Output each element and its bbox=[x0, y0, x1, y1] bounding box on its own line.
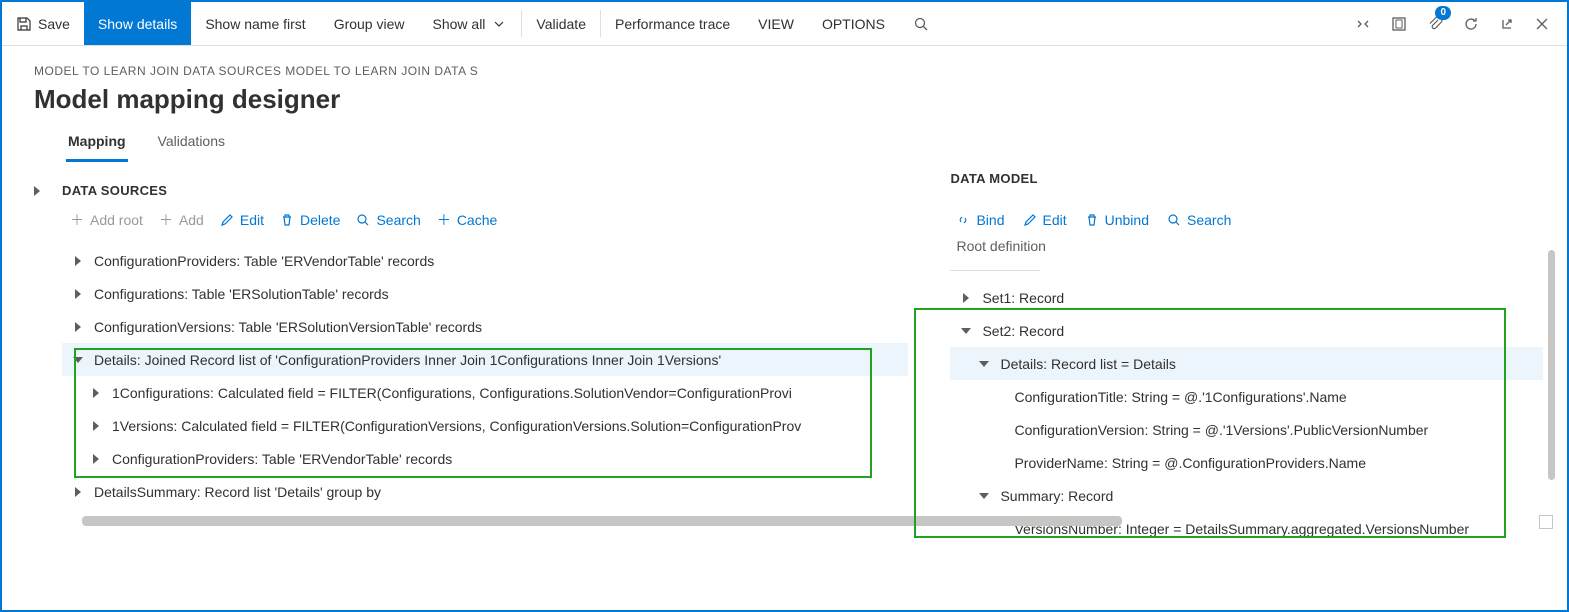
trash-icon bbox=[1085, 213, 1099, 227]
chevron-down-icon bbox=[979, 361, 989, 367]
tree-row[interactable]: DetailsSummary: Record list 'Details' gr… bbox=[62, 475, 908, 508]
tree-row[interactable]: ConfigurationProviders: Table 'ERVendorT… bbox=[62, 244, 908, 277]
search-icon bbox=[913, 16, 929, 32]
attachments-button[interactable]: 0 bbox=[1417, 2, 1453, 45]
group-view-button[interactable]: Group view bbox=[320, 2, 419, 45]
view-menu[interactable]: VIEW bbox=[744, 2, 808, 45]
collapse-handle[interactable] bbox=[34, 179, 62, 612]
search-button-ds[interactable]: Search bbox=[356, 212, 420, 228]
tab-validations[interactable]: Validations bbox=[156, 125, 227, 162]
bind-button[interactable]: Bind bbox=[956, 212, 1004, 228]
tree-row[interactable]: ConfigurationTitle: String = @.'1Configu… bbox=[950, 380, 1543, 413]
chevron-down-icon bbox=[961, 328, 971, 334]
tree-row[interactable]: Configurations: Table 'ERSolutionTable' … bbox=[62, 277, 908, 310]
tree-row[interactable]: ProviderName: String = @.ConfigurationPr… bbox=[950, 446, 1543, 479]
chevron-right-icon bbox=[75, 322, 81, 332]
refresh-button[interactable] bbox=[1453, 2, 1489, 45]
validate-button[interactable]: Validate bbox=[522, 2, 600, 45]
tree-row-selected[interactable]: Details: Record list = Details bbox=[950, 347, 1543, 380]
attachments-count: 0 bbox=[1435, 6, 1451, 20]
vertical-scrollbar[interactable] bbox=[1548, 250, 1555, 480]
chevron-down-icon bbox=[979, 493, 989, 499]
pencil-icon bbox=[220, 213, 234, 227]
tree-row[interactable]: Summary: Record bbox=[950, 479, 1543, 512]
cache-button[interactable]: ＋ Cache bbox=[437, 212, 497, 228]
data-model-heading: DATA MODEL bbox=[950, 171, 1543, 198]
edit-button[interactable]: Edit bbox=[220, 212, 264, 228]
chevron-down-icon bbox=[491, 16, 507, 32]
save-label: Save bbox=[38, 16, 70, 32]
edit-button-dm[interactable]: Edit bbox=[1023, 212, 1067, 228]
connector-icon[interactable] bbox=[1345, 2, 1381, 45]
options-menu[interactable]: OPTIONS bbox=[808, 2, 899, 45]
performance-trace-button[interactable]: Performance trace bbox=[601, 2, 744, 45]
tree-row[interactable]: ConfigurationVersions: Table 'ERSolution… bbox=[62, 310, 908, 343]
resize-handle[interactable] bbox=[1539, 515, 1553, 529]
data-sources-tree: ConfigurationProviders: Table 'ERVendorT… bbox=[62, 244, 908, 508]
show-name-first-button[interactable]: Show name first bbox=[191, 2, 319, 45]
office-icon[interactable] bbox=[1381, 2, 1417, 45]
tree-row[interactable]: Set1: Record bbox=[950, 281, 1543, 314]
trash-icon bbox=[280, 213, 294, 227]
chevron-right-icon bbox=[93, 388, 99, 398]
tree-row[interactable]: ConfigurationVersion: String = @.'1Versi… bbox=[950, 413, 1543, 446]
tree-row[interactable]: ConfigurationProviders: Table 'ERVendorT… bbox=[62, 442, 908, 475]
close-icon bbox=[1535, 17, 1549, 31]
pencil-icon bbox=[1023, 213, 1037, 227]
chevron-right-icon bbox=[963, 293, 969, 303]
tabstrip: Mapping Validations bbox=[34, 125, 1535, 163]
command-bar: Save Show details Show name first Group … bbox=[2, 2, 1567, 46]
plus-icon: ＋ bbox=[159, 213, 173, 227]
popout-button[interactable] bbox=[1489, 2, 1525, 45]
link-icon bbox=[956, 213, 970, 227]
search-icon bbox=[356, 213, 370, 227]
plus-icon: ＋ bbox=[70, 213, 84, 227]
show-all-button[interactable]: Show all bbox=[419, 2, 522, 45]
scrollbar-thumb[interactable] bbox=[82, 516, 1122, 526]
tree-row-selected[interactable]: Details: Joined Record list of 'Configur… bbox=[62, 343, 908, 376]
root-definition-label: Root definition bbox=[950, 238, 1543, 264]
tree-row[interactable]: Set2: Record bbox=[950, 314, 1543, 347]
chevron-right-icon bbox=[93, 454, 99, 464]
tab-mapping[interactable]: Mapping bbox=[66, 125, 128, 162]
plus-icon: ＋ bbox=[437, 213, 451, 227]
chevron-right-icon bbox=[75, 256, 81, 266]
add-root-button[interactable]: ＋ Add root bbox=[70, 212, 143, 228]
popout-icon bbox=[1499, 16, 1515, 32]
tree-row[interactable]: 1Versions: Calculated field = FILTER(Con… bbox=[62, 409, 908, 442]
chevron-right-icon bbox=[93, 421, 99, 431]
search-button[interactable] bbox=[899, 2, 943, 45]
add-button[interactable]: ＋ Add bbox=[159, 212, 204, 228]
save-icon bbox=[16, 16, 32, 32]
delete-button[interactable]: Delete bbox=[280, 212, 340, 228]
chevron-right-icon bbox=[34, 186, 40, 196]
breadcrumb: MODEL TO LEARN JOIN DATA SOURCES MODEL T… bbox=[34, 64, 1535, 78]
refresh-icon bbox=[1463, 16, 1479, 32]
horizontal-scrollbar[interactable] bbox=[82, 516, 1527, 526]
search-icon bbox=[1167, 213, 1181, 227]
search-button-dm[interactable]: Search bbox=[1167, 212, 1231, 228]
chevron-down-icon bbox=[73, 357, 83, 363]
tree-row[interactable]: 1Configurations: Calculated field = FILT… bbox=[62, 376, 908, 409]
page-title: Model mapping designer bbox=[34, 84, 1535, 115]
data-model-tree: Set1: Record Set2: Record Details: Recor… bbox=[950, 281, 1543, 545]
chevron-right-icon bbox=[75, 487, 81, 497]
unbind-button[interactable]: Unbind bbox=[1085, 212, 1149, 228]
chevron-right-icon bbox=[75, 289, 81, 299]
data-sources-heading: DATA SOURCES bbox=[62, 179, 908, 210]
divider bbox=[950, 270, 1040, 271]
close-button[interactable] bbox=[1525, 2, 1559, 45]
show-details-button[interactable]: Show details bbox=[84, 2, 191, 45]
save-button[interactable]: Save bbox=[2, 2, 84, 45]
show-details-label: Show details bbox=[98, 16, 177, 32]
